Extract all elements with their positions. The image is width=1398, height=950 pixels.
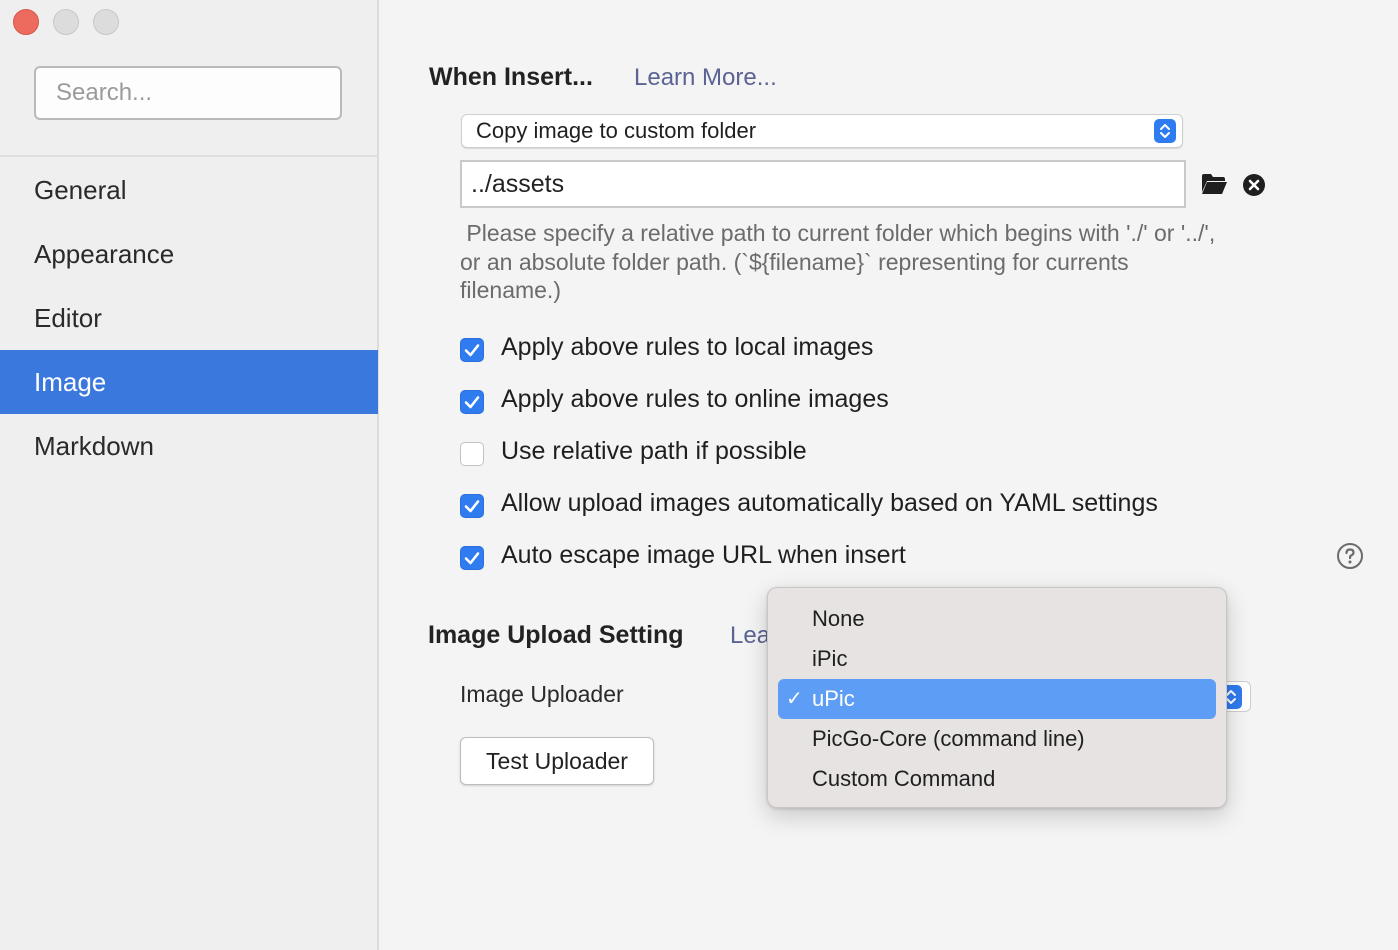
sidebar-divider <box>0 155 378 157</box>
option-label: Use relative path if possible <box>501 437 807 465</box>
sidebar-item-image[interactable]: Image <box>0 350 378 414</box>
search-input[interactable] <box>34 66 342 120</box>
menu-item-label: iPic <box>812 646 848 671</box>
test-uploader-button[interactable]: Test Uploader <box>460 737 654 785</box>
sidebar-item-appearance[interactable]: Appearance <box>0 222 378 286</box>
menu-item-label: Custom Command <box>812 766 996 791</box>
menu-item-none[interactable]: None <box>778 599 1216 639</box>
clear-circle-icon[interactable] <box>1242 173 1266 202</box>
folder-icon[interactable] <box>1201 173 1228 200</box>
checkbox-checked-icon[interactable] <box>460 494 484 518</box>
sidebar-item-general[interactable]: General <box>0 158 378 222</box>
checkbox-checked-icon[interactable] <box>460 546 484 570</box>
sidebar: General Appearance Editor Image Markdown <box>0 0 379 950</box>
option-label: Allow upload images automatically based … <box>501 489 1158 517</box>
image-uploader-menu: None iPic ✓ uPic PicGo-Core (command lin… <box>767 587 1227 808</box>
hint-line-2: or an absolute folder path. (`${filename… <box>460 249 1129 275</box>
insert-action-value: Copy image to custom folder <box>476 118 757 143</box>
sidebar-nav: General Appearance Editor Image Markdown <box>0 158 378 478</box>
hint-line-3: filename.) <box>460 277 561 303</box>
checkbox-checked-icon[interactable] <box>460 338 484 362</box>
custom-folder-input[interactable] <box>460 160 1186 208</box>
menu-item-label: uPic <box>812 686 855 711</box>
menu-item-picgo-core[interactable]: PicGo-Core (command line) <box>778 719 1216 759</box>
sidebar-item-markdown[interactable]: Markdown <box>0 414 378 478</box>
when-insert-title: When Insert... <box>429 63 593 91</box>
insert-action-select[interactable]: Copy image to custom folder <box>461 114 1183 148</box>
menu-item-custom-command[interactable]: Custom Command <box>778 759 1216 799</box>
option-label: Apply above rules to local images <box>501 333 874 361</box>
hint-line-1: Please specify a relative path to curren… <box>460 220 1216 246</box>
image-uploader-label: Image Uploader <box>460 681 624 707</box>
menu-item-upic[interactable]: ✓ uPic <box>778 679 1216 719</box>
checkmark-icon: ✓ <box>786 688 803 710</box>
checkbox-unchecked-icon[interactable] <box>460 442 484 466</box>
option-label: Auto escape image URL when insert <box>501 541 906 569</box>
checkbox-checked-icon[interactable] <box>460 390 484 414</box>
when-insert-learn-more-link[interactable]: Learn More... <box>634 64 777 92</box>
window-minimize-button[interactable] <box>53 9 79 35</box>
upload-learn-more-link[interactable]: Lea <box>730 622 770 650</box>
popup-stepper-icon <box>1154 119 1176 143</box>
menu-item-label: PicGo-Core (command line) <box>812 726 1085 751</box>
option-label: Apply above rules to online images <box>501 385 889 413</box>
menu-item-label: None <box>812 606 865 631</box>
help-circle-icon[interactable] <box>1336 542 1364 570</box>
preferences-window: General Appearance Editor Image Markdown… <box>0 0 1398 950</box>
window-zoom-button[interactable] <box>93 9 119 35</box>
menu-item-ipic[interactable]: iPic <box>778 639 1216 679</box>
image-upload-setting-title: Image Upload Setting <box>428 621 684 649</box>
sidebar-item-editor[interactable]: Editor <box>0 286 378 350</box>
window-close-button[interactable] <box>13 9 39 35</box>
folder-path-hint: Please specify a relative path to curren… <box>460 218 1340 304</box>
